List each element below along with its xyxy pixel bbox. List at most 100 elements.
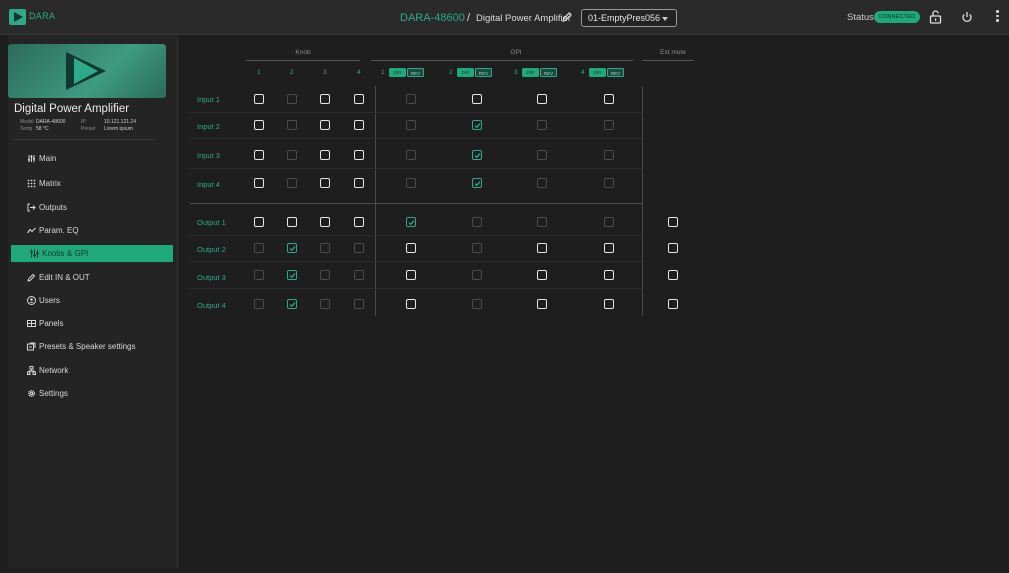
knob-3-checkbox[interactable] — [320, 299, 330, 309]
knob-3-checkbox[interactable] — [320, 178, 330, 188]
knob-2-checkbox[interactable] — [287, 150, 297, 160]
gpi-1-checkbox[interactable] — [406, 150, 416, 160]
gpi-rev-button[interactable]: REV — [607, 68, 624, 77]
knob-1-checkbox[interactable] — [254, 270, 264, 280]
gpi-2-checkbox[interactable] — [472, 217, 482, 227]
gpi-4-checkbox[interactable] — [604, 243, 614, 253]
knob-4-checkbox[interactable] — [354, 150, 364, 160]
knob-4-checkbox[interactable] — [354, 120, 364, 130]
gpi-1-checkbox[interactable] — [406, 217, 416, 227]
sidebar-item-presets-speaker-settings[interactable]: Presets & Speaker settings — [8, 338, 170, 355]
sidebar-item-label: Presets & Speaker settings — [39, 342, 136, 351]
gpi-4-checkbox[interactable] — [604, 120, 614, 130]
gpi-rev-button[interactable]: REV — [540, 68, 557, 77]
knob-group-line — [246, 60, 360, 61]
gpi-2-checkbox[interactable] — [472, 299, 482, 309]
grid-icon — [27, 179, 36, 188]
gpi-1-checkbox[interactable] — [406, 120, 416, 130]
knob-1-checkbox[interactable] — [254, 217, 264, 227]
knob-2-checkbox[interactable] — [287, 217, 297, 227]
preset-dropdown[interactable]: 01-EmptyPres056 — [581, 9, 677, 27]
knob-2-checkbox[interactable] — [287, 94, 297, 104]
knob-1-checkbox[interactable] — [254, 299, 264, 309]
gpi-dir-button[interactable]: DIR — [389, 68, 406, 77]
gpi-col-3: 3 — [514, 69, 518, 76]
knob-3-checkbox[interactable] — [320, 243, 330, 253]
gpi-4-checkbox[interactable] — [604, 150, 614, 160]
gpi-1-checkbox[interactable] — [406, 270, 416, 280]
knob-2-checkbox[interactable] — [287, 243, 297, 253]
gpi-2-checkbox[interactable] — [472, 270, 482, 280]
sidebar-item-settings[interactable]: Settings — [8, 385, 170, 402]
gpi-4-checkbox[interactable] — [604, 299, 614, 309]
knob-1-checkbox[interactable] — [254, 120, 264, 130]
knob-3-checkbox[interactable] — [320, 94, 330, 104]
sidebar-item-param-eq[interactable]: Param. EQ — [8, 222, 170, 239]
gpi-2-checkbox[interactable] — [472, 243, 482, 253]
ext-mute-checkbox[interactable] — [668, 217, 678, 227]
knob-3-checkbox[interactable] — [320, 120, 330, 130]
knob-2-checkbox[interactable] — [287, 270, 297, 280]
gpi-dir-button[interactable]: DIR — [589, 68, 606, 77]
more-vertical-icon[interactable] — [996, 10, 1000, 24]
gpi-3-checkbox[interactable] — [537, 150, 547, 160]
gpi-3-checkbox[interactable] — [537, 270, 547, 280]
sidebar-item-outputs[interactable]: Outputs — [8, 199, 170, 216]
ext-mute-checkbox[interactable] — [668, 270, 678, 280]
gpi-4-checkbox[interactable] — [604, 270, 614, 280]
sidebar-item-panels[interactable]: Panels — [8, 315, 170, 332]
sidebar-item-main[interactable]: Main — [8, 150, 170, 167]
knob-2-checkbox[interactable] — [287, 178, 297, 188]
knob-1-checkbox[interactable] — [254, 243, 264, 253]
gpi-2-checkbox[interactable] — [472, 120, 482, 130]
knob-1-checkbox[interactable] — [254, 178, 264, 188]
sidebar-item-matrix[interactable]: Matrix — [8, 175, 170, 192]
knob-4-checkbox[interactable] — [354, 243, 364, 253]
preset-dropdown-value: 01-EmptyPres056 — [588, 13, 661, 23]
knob-1-checkbox[interactable] — [254, 150, 264, 160]
gpi-3-checkbox[interactable] — [537, 299, 547, 309]
gpi-3-checkbox[interactable] — [537, 217, 547, 227]
knob-4-checkbox[interactable] — [354, 217, 364, 227]
output-arrow-icon — [27, 203, 36, 212]
gpi-4-checkbox[interactable] — [604, 217, 614, 227]
gpi-3-checkbox[interactable] — [537, 94, 547, 104]
gpi-4-checkbox[interactable] — [604, 94, 614, 104]
gpi-1-checkbox[interactable] — [406, 243, 416, 253]
knob-1-checkbox[interactable] — [254, 94, 264, 104]
gpi-1-checkbox[interactable] — [406, 94, 416, 104]
gpi-3-checkbox[interactable] — [537, 120, 547, 130]
unlock-icon[interactable] — [929, 10, 942, 24]
knob-3-checkbox[interactable] — [320, 270, 330, 280]
gpi-3-checkbox[interactable] — [537, 243, 547, 253]
gpi-2-checkbox[interactable] — [472, 150, 482, 160]
knob-3-checkbox[interactable] — [320, 150, 330, 160]
knob-2-checkbox[interactable] — [287, 299, 297, 309]
gpi-dir-button[interactable]: DIR — [457, 68, 474, 77]
gpi-2-checkbox[interactable] — [472, 178, 482, 188]
knob-4-checkbox[interactable] — [354, 178, 364, 188]
ext-mute-checkbox[interactable] — [668, 243, 678, 253]
gpi-1-checkbox[interactable] — [406, 178, 416, 188]
gpi-2-checkbox[interactable] — [472, 94, 482, 104]
knob-3-checkbox[interactable] — [320, 217, 330, 227]
row-label: Output 2 — [197, 245, 226, 254]
sidebar-item-edit-in-out[interactable]: Edit IN & OUT — [8, 269, 170, 286]
ext-mute-checkbox[interactable] — [668, 299, 678, 309]
knob-4-checkbox[interactable] — [354, 94, 364, 104]
gpi-rev-button[interactable]: REV — [475, 68, 492, 77]
knob-4-checkbox[interactable] — [354, 270, 364, 280]
gpi-1-checkbox[interactable] — [406, 299, 416, 309]
pencil-edit-icon[interactable] — [561, 11, 573, 23]
gpi-rev-button[interactable]: REV — [407, 68, 424, 77]
knob-2-checkbox[interactable] — [287, 120, 297, 130]
gpi-3-checkbox[interactable] — [537, 178, 547, 188]
knob-4-checkbox[interactable] — [354, 299, 364, 309]
device-banner-image — [8, 44, 166, 98]
gpi-4-checkbox[interactable] — [604, 178, 614, 188]
power-icon[interactable] — [961, 11, 973, 23]
sidebar-item-knobs-gpi[interactable]: Knobs & GPI — [11, 245, 173, 262]
sidebar-item-users[interactable]: Users — [8, 292, 170, 309]
gpi-dir-button[interactable]: DIR — [522, 68, 539, 77]
sidebar-item-network[interactable]: Network — [8, 362, 170, 379]
